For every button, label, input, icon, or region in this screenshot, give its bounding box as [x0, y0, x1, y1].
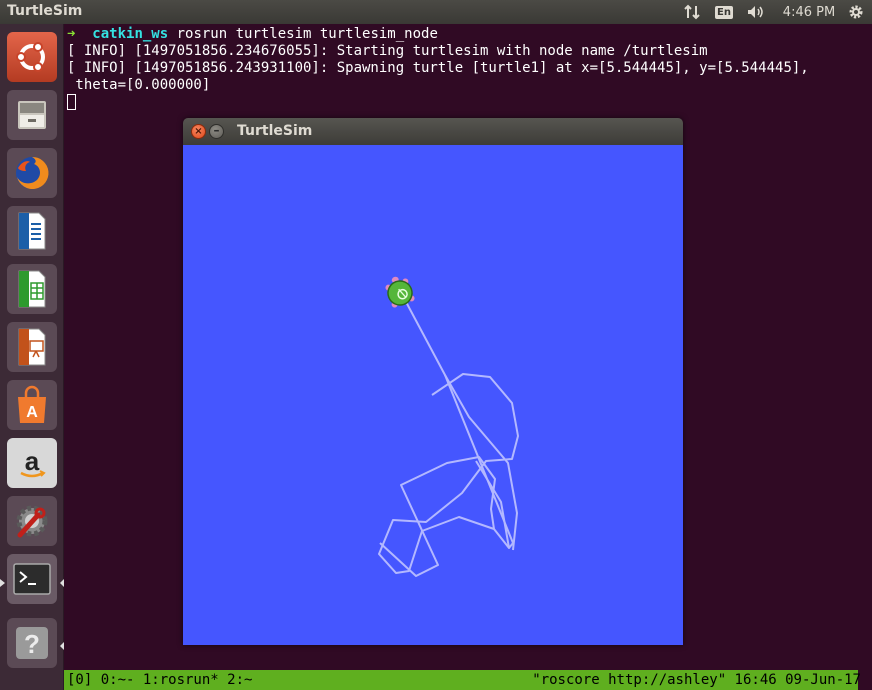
pen-trail [378, 299, 519, 574]
svg-text:?: ? [24, 629, 40, 659]
turtlesim-canvas[interactable] [183, 145, 683, 645]
amazon-icon: a [20, 446, 46, 478]
volume-icon[interactable] [744, 0, 768, 24]
settings-wrench-icon [16, 505, 48, 538]
running-indicator [0, 579, 5, 587]
output-line: theta=[0.000000] [67, 77, 211, 93]
minimize-button[interactable]: – [209, 124, 224, 139]
firefox-icon [16, 156, 49, 189]
shopping-bag-icon: A [18, 385, 46, 423]
launcher-ubuntu-software[interactable]: A [7, 380, 57, 430]
terminal-cursor [67, 94, 76, 110]
tmux-window-list[interactable]: [0] 0:~- 1:rosrun* 2:~ [67, 670, 252, 690]
top-panel: TurtleSim En 4:46 PM [0, 0, 872, 24]
active-app-title: TurtleSim [7, 3, 83, 19]
prompt-line: ➜ catkin_ws rosrun turtlesim turtlesim_n… [67, 26, 872, 43]
impress-presentation-icon [18, 328, 46, 366]
svg-text:A: A [26, 404, 38, 421]
launcher-files[interactable] [7, 90, 57, 140]
launcher-libreoffice-writer[interactable] [7, 206, 57, 256]
keyboard-layout-label: En [715, 5, 733, 19]
output-line: [ INFO] [1497051856.243931100]: Spawning… [67, 60, 809, 76]
command-text: rosrun turtlesim turtlesim_node [176, 26, 438, 42]
turtlesim-window[interactable]: × – TurtleSim [183, 118, 683, 645]
calc-spreadsheet-icon [18, 270, 46, 308]
launcher-help[interactable]: ? [7, 618, 57, 668]
tmux-status-right: "roscore http://ashley" 16:46 09-Jun-17 [532, 672, 861, 688]
launcher-dash-home[interactable] [7, 32, 57, 82]
tmux-status-bar: [0] 0:~- 1:rosrun* 2:~ "roscore http://a… [64, 670, 861, 690]
launcher-amazon[interactable]: a [7, 438, 57, 488]
turtle-icon [385, 276, 415, 308]
svg-text:a: a [25, 446, 40, 476]
close-button[interactable]: × [191, 124, 206, 139]
network-updown-icon[interactable] [680, 0, 704, 24]
launcher-terminal[interactable] [7, 554, 57, 604]
prompt-dir: catkin_ws [92, 26, 169, 42]
keyboard-layout-indicator[interactable]: En [712, 0, 736, 24]
terminal-icon [13, 563, 51, 595]
ubuntu-logo-icon [16, 42, 45, 72]
pen-trail [379, 456, 496, 577]
launcher-libreoffice-calc[interactable] [7, 264, 57, 314]
clock[interactable]: 4:46 PM [778, 0, 840, 24]
turtle-drawing [378, 276, 519, 577]
window-title: TurtleSim [237, 123, 313, 139]
session-gear-icon[interactable] [845, 0, 867, 24]
output-line: [ INFO] [1497051856.234676055]: Starting… [67, 43, 708, 59]
writer-document-icon [18, 212, 46, 250]
prompt-arrow: ➜ [67, 26, 76, 42]
question-mark-icon: ? [16, 627, 48, 659]
launcher-system-settings[interactable] [7, 496, 57, 546]
launcher-libreoffice-impress[interactable] [7, 322, 57, 372]
file-cabinet-icon [18, 101, 46, 129]
launcher-firefox[interactable] [7, 148, 57, 198]
turtlesim-titlebar[interactable]: × – TurtleSim [183, 118, 683, 145]
launcher: A a ? [0, 24, 64, 690]
